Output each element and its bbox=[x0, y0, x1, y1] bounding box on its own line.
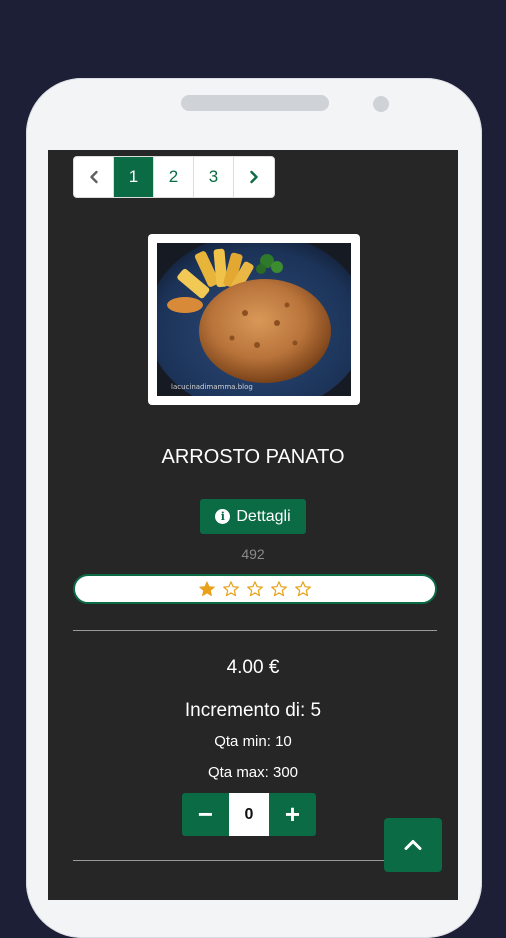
info-icon: i bbox=[215, 509, 231, 524]
view-count: 492 bbox=[241, 546, 265, 562]
food-photo: lacucinadimamma.blog bbox=[157, 243, 351, 396]
scroll-to-top-button[interactable] bbox=[384, 818, 442, 872]
increment-info: Incremento di: 5 bbox=[184, 700, 322, 721]
chevron-right-icon bbox=[250, 170, 258, 184]
pagination-page-3[interactable]: 3 bbox=[194, 157, 234, 197]
star-rating[interactable] bbox=[73, 574, 437, 604]
pagination-prev-button[interactable] bbox=[74, 157, 114, 197]
pagination: 1 2 3 bbox=[73, 156, 275, 198]
image-watermark: lacucinadimamma.blog bbox=[171, 383, 253, 391]
quantity-max: Qta max: 300 bbox=[207, 764, 299, 781]
quantity-value[interactable]: 0 bbox=[229, 793, 269, 836]
quantity-stepper: − 0 + bbox=[182, 793, 316, 836]
product-price: 4.00 € bbox=[226, 657, 280, 678]
pagination-page-1[interactable]: 1 bbox=[114, 157, 154, 197]
product-image[interactable]: lacucinadimamma.blog bbox=[148, 234, 360, 405]
decrement-button[interactable]: − bbox=[182, 793, 229, 836]
pagination-page-2[interactable]: 2 bbox=[154, 157, 194, 197]
chevron-left-icon bbox=[89, 170, 98, 184]
details-button[interactable]: i Dettagli bbox=[200, 499, 306, 534]
pagination-next-button[interactable] bbox=[234, 157, 274, 197]
star-empty-icon[interactable] bbox=[222, 580, 240, 598]
app-screen: 1 2 3 lacucinadimamma.blog ARROSTO PANAT… bbox=[48, 150, 458, 900]
star-empty-icon[interactable] bbox=[294, 580, 312, 598]
divider bbox=[73, 630, 437, 631]
details-button-label: Dettagli bbox=[236, 507, 291, 525]
chevron-up-icon bbox=[404, 840, 422, 850]
star-filled-icon[interactable] bbox=[198, 580, 216, 598]
star-empty-icon[interactable] bbox=[270, 580, 288, 598]
product-title: ARROSTO PANATO bbox=[161, 446, 345, 468]
phone-speaker bbox=[181, 95, 329, 111]
increment-button[interactable]: + bbox=[269, 793, 316, 836]
divider bbox=[73, 860, 437, 861]
star-empty-icon[interactable] bbox=[246, 580, 264, 598]
phone-camera bbox=[373, 96, 389, 112]
quantity-min: Qta min: 10 bbox=[214, 733, 292, 750]
